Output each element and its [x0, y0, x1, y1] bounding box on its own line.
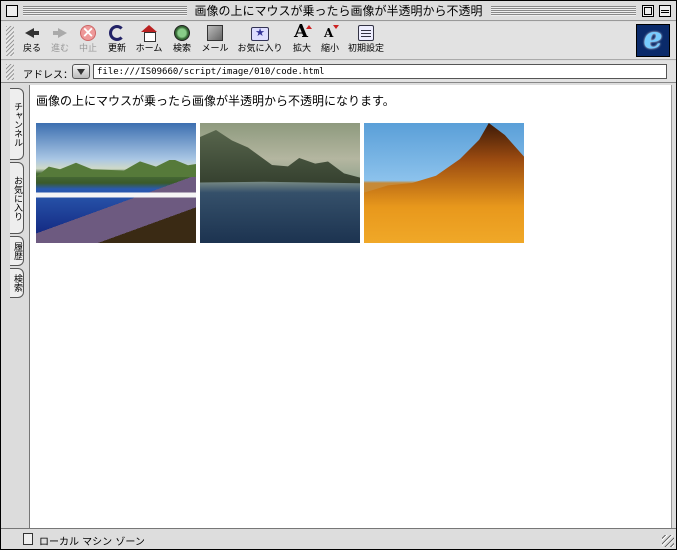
address-bar-grip-icon[interactable]	[6, 64, 14, 80]
resize-grip-icon[interactable]	[662, 535, 674, 547]
favorites-icon	[251, 26, 269, 41]
collapse-box-icon[interactable]	[659, 5, 671, 17]
mail-button-label: メール	[201, 44, 229, 54]
zone-page-icon	[23, 533, 33, 545]
favorites-button-label: お気に入り	[237, 44, 283, 54]
home-button[interactable]: ホーム	[133, 25, 165, 59]
page-content: 画像の上にマウスが乗ったら画像が半透明から不透明になります。	[29, 85, 671, 528]
close-box-icon[interactable]	[6, 5, 18, 17]
button-toolbar: 戻る 進む 中止 更新 ホーム 検索 メール お気に入り	[1, 21, 676, 60]
tab-history[interactable]: 履歴	[10, 236, 24, 266]
text-smaller-button[interactable]: 縮小	[318, 25, 342, 59]
search-button-label: 検索	[172, 44, 191, 54]
address-dropdown-button[interactable]	[72, 64, 90, 79]
intro-text: 画像の上にマウスが乗ったら画像が半透明から不透明になります。	[36, 94, 395, 108]
refresh-icon	[109, 25, 125, 41]
desert-peak-image[interactable]	[364, 123, 524, 243]
title-bar[interactable]: 画像の上にマウスが乗ったら画像が半透明から不透明	[1, 1, 676, 21]
browser-window: 画像の上にマウスが乗ったら画像が半透明から不透明 戻る 進む 中止 更新 ホーム…	[0, 0, 677, 550]
preferences-button-label: 初期設定	[347, 44, 384, 54]
stop-button[interactable]: 中止	[75, 23, 101, 59]
forward-button[interactable]: 進む	[47, 25, 73, 59]
preferences-icon	[358, 25, 374, 41]
refresh-button[interactable]: 更新	[104, 25, 130, 59]
address-label: アドレス：	[23, 70, 73, 81]
search-icon	[174, 25, 190, 41]
back-button-label: 戻る	[22, 44, 41, 54]
mail-icon	[207, 25, 223, 41]
ie-logo-icon: e	[636, 21, 670, 57]
text-smaller-button-label: 縮小	[320, 44, 339, 54]
coastal-bay-image[interactable]	[36, 123, 196, 243]
mail-button[interactable]: メール	[199, 25, 231, 59]
zoom-box-icon[interactable]	[642, 5, 654, 17]
forward-button-label: 進む	[50, 44, 69, 54]
text-smaller-icon	[322, 25, 339, 41]
security-zone-text: ローカル マシン ゾーン	[39, 537, 145, 548]
text-larger-icon	[294, 21, 312, 42]
text-larger-button-label: 拡大	[292, 44, 311, 54]
explorer-bar-tabs: チャンネル お気に入り 履歴 検索	[1, 84, 29, 528]
toolbar-grip-icon[interactable]	[6, 26, 14, 56]
tab-channels[interactable]: チャンネル	[10, 88, 24, 160]
ie-logo-letter: e	[643, 21, 663, 56]
forward-arrow-icon	[52, 25, 68, 41]
stop-button-label: 中止	[78, 44, 97, 54]
text-larger-button[interactable]: 拡大	[290, 21, 314, 59]
home-button-label: ホーム	[135, 44, 163, 54]
tab-search[interactable]: 検索	[10, 268, 24, 298]
address-input[interactable]	[93, 64, 667, 79]
stop-icon	[80, 23, 96, 41]
search-button[interactable]: 検索	[169, 25, 195, 59]
refresh-button-label: 更新	[107, 44, 126, 54]
home-icon	[141, 25, 157, 42]
tab-favorites[interactable]: お気に入り	[10, 162, 24, 234]
window-title: 画像の上にマウスが乗ったら画像が半透明から不透明	[186, 3, 491, 19]
mountain-lake-image[interactable]	[200, 123, 360, 243]
address-bar: アドレス：	[1, 61, 676, 83]
favorites-button[interactable]: お気に入り	[235, 25, 285, 59]
status-bar: ローカル マシン ゾーン	[1, 528, 676, 549]
back-arrow-icon	[24, 25, 40, 41]
preferences-button[interactable]: 初期設定	[347, 25, 385, 59]
back-button[interactable]: 戻る	[19, 25, 45, 59]
right-scroll-edge	[671, 85, 676, 528]
